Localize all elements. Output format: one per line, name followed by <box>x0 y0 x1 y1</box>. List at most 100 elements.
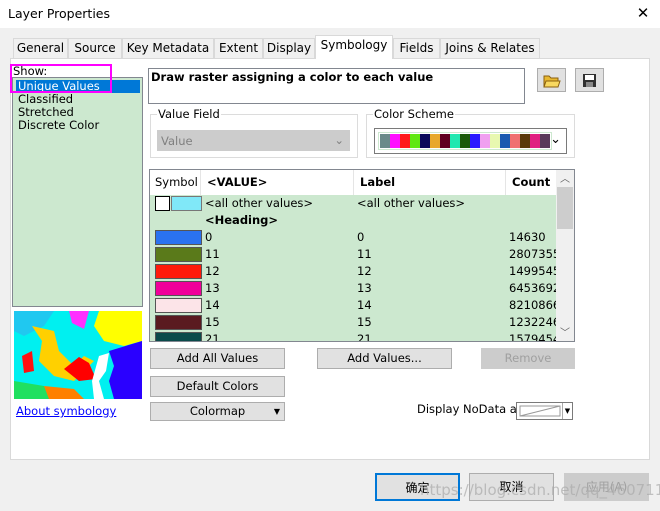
table-row[interactable]: 12 12 1499545 <box>150 263 560 280</box>
open-folder-button[interactable] <box>537 68 566 92</box>
color-ramp-swatch <box>400 134 410 148</box>
default-colors-button[interactable]: Default Colors <box>150 376 285 397</box>
save-button[interactable] <box>575 68 604 92</box>
remove-button: Remove <box>481 348 575 369</box>
color-scheme-select[interactable]: ⌄ <box>374 128 567 154</box>
symbol-swatch[interactable] <box>155 264 202 279</box>
all-other-checkbox[interactable] <box>155 196 170 211</box>
tab-display[interactable]: Display <box>263 38 315 59</box>
nodata-color-picker[interactable]: ▼ <box>516 402 573 420</box>
cell-label: 11 <box>357 247 372 261</box>
color-ramp-swatch <box>430 134 440 148</box>
table-row[interactable]: 14 14 8210866 <box>150 297 560 314</box>
cell-value: 15 <box>205 315 220 329</box>
colormap-button[interactable]: Colormap ▼ <box>150 402 285 421</box>
cell-value: 11 <box>205 247 220 261</box>
symbol-swatch[interactable] <box>155 315 202 330</box>
cell-value: 14 <box>205 298 220 312</box>
cell-label: 13 <box>357 281 372 295</box>
show-label: Show: <box>13 64 48 78</box>
color-ramp-swatch <box>410 134 420 148</box>
scroll-down-icon[interactable]: ﹀ <box>556 324 574 339</box>
cell-label: 15 <box>357 315 372 329</box>
cell-label: 14 <box>357 298 372 312</box>
scroll-up-icon[interactable]: ︿ <box>556 170 574 185</box>
symbol-swatch[interactable] <box>155 230 202 245</box>
dropdown-arrow-icon: ▼ <box>273 407 280 416</box>
value-field-select: Value ⌄ <box>157 130 350 151</box>
value-field-label: Value Field <box>157 107 221 121</box>
tab-key-metadata[interactable]: Key Metadata <box>122 38 214 59</box>
cell-count: 1499545 <box>509 264 561 278</box>
color-ramp-swatch <box>450 134 460 148</box>
cell-heading: <Heading> <box>205 213 279 227</box>
color-ramp-swatch <box>470 134 480 148</box>
color-ramp-swatch <box>480 134 490 148</box>
chevron-down-icon: ⌄ <box>550 132 561 147</box>
color-ramp-swatch <box>490 134 500 148</box>
tab-joins-relates[interactable]: Joins & Relates <box>440 38 540 59</box>
chevron-down-icon: ⌄ <box>334 133 344 147</box>
tab-fields[interactable]: Fields <box>393 38 440 59</box>
add-all-values-button[interactable]: Add All Values <box>150 348 285 369</box>
color-ramp <box>378 132 552 150</box>
symbol-swatch[interactable] <box>155 298 202 313</box>
show-item-discrete-color[interactable]: Discrete Color <box>16 119 99 132</box>
table-row[interactable]: 11 11 28073558 <box>150 246 568 263</box>
symbol-swatch[interactable] <box>155 281 202 296</box>
title-bar: Layer Properties ✕ <box>0 0 660 28</box>
tab-source[interactable]: Source <box>68 38 122 59</box>
dropdown-arrow-icon[interactable]: ▼ <box>562 403 572 419</box>
color-ramp-swatch <box>530 134 540 148</box>
add-values-button[interactable]: Add Values... <box>317 348 452 369</box>
table-row[interactable]: 0 0 14630 <box>150 229 556 246</box>
color-ramp-swatch <box>500 134 510 148</box>
color-ramp-swatch <box>540 134 550 148</box>
open-folder-icon <box>542 75 561 87</box>
tab-extent[interactable]: Extent <box>214 38 263 59</box>
symbology-preview-image <box>14 311 142 399</box>
cell-label: 21 <box>357 332 372 342</box>
table-row-heading[interactable]: <Heading> <box>150 212 556 229</box>
cell-value: 12 <box>205 264 220 278</box>
column-header-count[interactable]: Count <box>506 170 557 195</box>
color-ramp-swatch <box>420 134 430 148</box>
cell-label: <all other values> <box>357 196 466 210</box>
cell-value: 0 <box>205 230 213 244</box>
all-other-swatch[interactable] <box>171 196 202 211</box>
symbol-swatch[interactable] <box>155 247 202 262</box>
color-ramp-swatch <box>460 134 470 148</box>
description-box: Draw raster assigning a color to each va… <box>148 68 525 104</box>
column-header-symbol[interactable]: Symbol <box>150 170 201 195</box>
color-ramp-swatch <box>390 134 400 148</box>
scrollbar-thumb[interactable] <box>557 187 573 229</box>
cell-count: 8210866 <box>509 298 561 312</box>
window-title: Layer Properties <box>8 6 110 21</box>
unique-values-table[interactable]: Symbol <VALUE> Label Count <all other va… <box>149 169 575 342</box>
column-header-value[interactable]: <VALUE> <box>201 170 354 195</box>
show-list[interactable]: Unique Values Classified Stretched Discr… <box>12 77 143 307</box>
table-row-all-other[interactable]: <all other values> <all other values> <box>150 195 556 212</box>
about-symbology-link[interactable]: About symbology <box>16 404 116 418</box>
column-header-label[interactable]: Label <box>354 170 506 195</box>
table-row[interactable]: 13 13 64536928 <box>150 280 568 297</box>
cell-label: 0 <box>357 230 365 244</box>
color-ramp-swatch <box>380 134 390 148</box>
nodata-label: Display NoData as <box>417 402 523 416</box>
cell-value: <all other values> <box>205 196 314 210</box>
cell-value: 21 <box>205 332 220 342</box>
table-row[interactable]: 15 15 12322460 <box>150 314 568 331</box>
tab-symbology[interactable]: Symbology <box>315 35 393 59</box>
nodata-swatch-icon <box>519 405 561 417</box>
color-ramp-swatch <box>440 134 450 148</box>
tab-general[interactable]: General <box>13 38 68 59</box>
cell-label: 12 <box>357 264 372 278</box>
save-icon <box>583 73 596 87</box>
watermark: https://blog.csdn.net/qq_46071146 <box>420 481 660 499</box>
cell-count: 14630 <box>509 230 546 244</box>
close-icon[interactable]: ✕ <box>633 3 653 23</box>
symbol-swatch[interactable] <box>155 332 202 341</box>
table-row[interactable]: 21 21 15794546 <box>150 331 568 342</box>
color-ramp-swatch <box>520 134 530 148</box>
colormap-label: Colormap <box>189 404 246 418</box>
